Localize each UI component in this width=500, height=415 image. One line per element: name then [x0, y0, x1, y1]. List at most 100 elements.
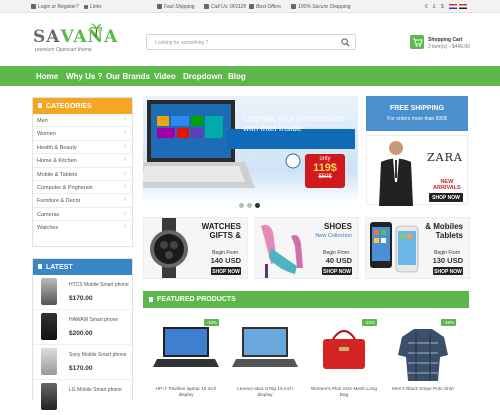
featured-product[interactable]: -18% Men's Black Stripe Polo Shirt: [388, 315, 458, 400]
hero-headline: Upgrade your performance with Intel Insi…: [243, 113, 345, 133]
product-name[interactable]: Lenovo Idea S70g 15 inch display: [230, 387, 300, 399]
featured-product[interactable]: -10% HP i7 Pavilion laptop 15 inch displ…: [151, 315, 221, 400]
or-text: or: [51, 4, 57, 10]
promo-price: 130 USD: [432, 256, 463, 265]
promo-price: 40 USD: [325, 256, 352, 265]
slider-dot[interactable]: [239, 203, 244, 208]
shop-now-button[interactable]: SHOP NOW: [429, 193, 463, 202]
logo-tagline: premium Opencart theme: [35, 47, 92, 53]
shopping-cart[interactable]: Shopping Cart 3 item(s) - $445.00: [410, 34, 490, 52]
product-image: [153, 327, 219, 367]
zara-banner[interactable]: ZARA NEW ARRIVALS SHOP NOW: [366, 135, 468, 206]
nav-home[interactable]: Home: [36, 72, 58, 81]
flag-icon[interactable]: [449, 4, 457, 9]
search-input[interactable]: Looking for something ?: [155, 40, 208, 46]
search-box[interactable]: Looking for something ?: [146, 34, 356, 50]
nav-why-us[interactable]: Why Us ?: [66, 72, 102, 81]
product-price: $170.00: [69, 365, 93, 372]
product-thumbnail[interactable]: [41, 348, 57, 375]
latest-product[interactable]: HTCS Mobile Smart phone $170.00: [33, 275, 132, 310]
currency-euro[interactable]: €: [425, 4, 428, 10]
latest-product[interactable]: LG Mobile Smart phone: [33, 380, 132, 415]
chevron-right-icon: ›: [124, 197, 126, 204]
login-link[interactable]: Login: [38, 4, 50, 10]
slider-dot[interactable]: [255, 203, 260, 208]
slider-dots: [239, 195, 263, 213]
hero-slider[interactable]: Upgrade your performance with Intel Insi…: [143, 96, 358, 204]
product-name[interactable]: Women's Plus Size Mesh Long Bag: [309, 387, 379, 399]
product-name[interactable]: Men's Black Stripe Polo Shirt: [388, 387, 458, 393]
free-shipping-banner[interactable]: FREE SHIPPING For orders more than 500$: [366, 96, 468, 131]
shop-now-button[interactable]: SHOP NOW: [433, 267, 463, 275]
product-name[interactable]: Sony Mobile Smart phone: [69, 352, 127, 358]
logo-text: SAVANA: [33, 27, 119, 47]
promo-title: SHOES: [323, 222, 352, 231]
promo-subtitle: New Collection: [315, 233, 352, 239]
user-icon: [31, 4, 36, 9]
links-label: Links: [90, 4, 102, 10]
hero-old-price: $50$: [318, 174, 332, 180]
search-icon[interactable]: [341, 38, 350, 47]
product-name[interactable]: HTCS Mobile Smart phone: [69, 282, 129, 288]
nav-video[interactable]: Video: [154, 72, 176, 81]
product-thumbnail[interactable]: [41, 313, 57, 340]
category-item[interactable]: Home & Kitchen ›: [33, 154, 132, 168]
slider-dot[interactable]: [247, 203, 252, 208]
chevron-right-icon: ›: [124, 157, 126, 164]
shoes-promo[interactable]: SHOES New Collection Begin From 40 USD S…: [254, 217, 359, 279]
fast-shipping-label: Fast Shipping: [164, 4, 195, 10]
product-name[interactable]: LG Mobile Smart phone: [69, 387, 122, 393]
category-item[interactable]: Furniture & Decor ›: [33, 194, 132, 208]
product-name[interactable]: HAWAW Smart phone: [69, 317, 118, 323]
menu-icon: [149, 297, 153, 302]
register-link[interactable]: Register?: [57, 4, 78, 10]
truck-icon: [157, 4, 162, 9]
palm-tree-icon: [89, 23, 103, 37]
mobiles-promo[interactable]: & Mobiles Tablets Begin From 130 USD SHOP…: [365, 217, 470, 279]
product-name[interactable]: HP i7 Pavilion laptop 15 inch display: [151, 387, 221, 399]
call-us-label: Call Us: 001125: [211, 4, 247, 10]
discount-badge: -10%: [204, 319, 219, 326]
currency-pound[interactable]: £: [433, 4, 436, 10]
category-item[interactable]: Computer & Prigherals ›: [33, 181, 132, 195]
featured-product[interactable]: Lenovo Idea S70g 15 inch display: [230, 315, 300, 400]
product-thumbnail[interactable]: [41, 383, 57, 410]
chevron-right-icon: ›: [124, 170, 126, 177]
category-item[interactable]: Watches ›: [33, 221, 132, 234]
category-item[interactable]: Men ›: [33, 114, 132, 128]
shop-now-button[interactable]: SHOP NOW: [322, 267, 352, 275]
links-menu[interactable]: Links: [84, 4, 102, 10]
latest-product[interactable]: HAWAW Smart phone $200.00: [33, 310, 132, 345]
shop-now-button[interactable]: SHOP NOW: [211, 267, 241, 275]
currency-dollar[interactable]: $: [441, 4, 444, 10]
cart-summary: 3 item(s) - $445.00: [428, 44, 470, 50]
flag-icon[interactable]: [459, 4, 467, 9]
price-badge: only 119$ $50$: [305, 154, 345, 188]
nav-dropdown[interactable]: Dropdown: [183, 72, 223, 81]
site-logo[interactable]: SAVANA premium Opencart theme: [33, 23, 133, 57]
category-item[interactable]: Women ›: [33, 127, 132, 141]
latest-product[interactable]: Sony Mobile Smart phone $170.00: [33, 345, 132, 380]
call-us: Call Us: 001125: [204, 4, 246, 10]
category-item[interactable]: Health & Beauty ›: [33, 141, 132, 155]
product-thumbnail[interactable]: [41, 278, 57, 305]
watches-promo[interactable]: WATCHES GIFTS & Begin From 140 USD SHOP N…: [143, 217, 248, 279]
main-nav: Home Why Us ? Our Brands Video Dropdown …: [0, 66, 500, 86]
promo-title: WATCHES GIFTS &: [201, 222, 241, 240]
category-item[interactable]: Cameras ›: [33, 208, 132, 222]
product-image: [232, 327, 298, 367]
nav-our-brands[interactable]: Our Brands: [106, 72, 150, 81]
cart-icon: [410, 35, 424, 49]
cart-title: Shopping Cart: [428, 37, 463, 43]
best-offers: Best Offers: [249, 4, 281, 10]
new-arrivals: NEW ARRIVALS: [433, 179, 461, 191]
model-image: [379, 141, 413, 206]
category-item[interactable]: Mobile & Tablets ›: [33, 168, 132, 181]
hero-price: 119$: [313, 162, 337, 174]
featured-product[interactable]: -15% Women's Plus Size Mesh Long Bag: [309, 315, 379, 400]
chevron-down-icon: [84, 5, 88, 9]
chevron-right-icon: ›: [124, 183, 126, 190]
featured-products-header: FEATURED PRODUCTS: [143, 291, 469, 308]
nav-blog[interactable]: Blog: [228, 72, 246, 81]
secure-shopping: 100% Secure Shopping: [291, 4, 351, 10]
